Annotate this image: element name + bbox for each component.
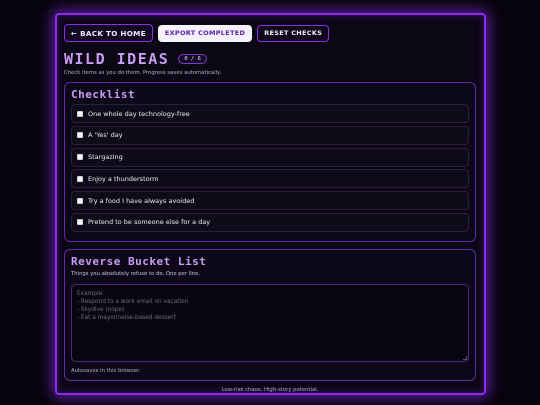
footer-text: Low-risk chaos. High-story potential.: [221, 386, 319, 393]
checklist-item-label: Stargazing: [88, 153, 123, 162]
checkbox[interactable]: [77, 197, 83, 204]
checklist-panel: Checklist One whole day technology-free …: [64, 82, 476, 242]
checklist: One whole day technology-free A 'Yes' da…: [71, 104, 469, 232]
export-completed-button[interactable]: EXPORT COMPLETED: [157, 24, 253, 42]
checklist-item-label: Pretend to be someone else for a day: [88, 218, 211, 227]
placeholder-line: - Respond to a work email on vacation: [77, 298, 189, 305]
checklist-item[interactable]: Stargazing: [71, 147, 469, 167]
checklist-item-label: A 'Yes' day: [88, 131, 123, 140]
reverse-bucket-list-heading: Reverse Bucket List: [71, 254, 207, 268]
reverse-bucket-list-hint: Things you absolutely refuse to do. One …: [71, 270, 201, 277]
placeholder-line: Example:: [77, 290, 105, 297]
placeholder-line: - Skydive (nope): [77, 306, 125, 313]
checklist-item-label: Try a food I have always avoided: [88, 196, 195, 205]
checkbox[interactable]: [77, 110, 83, 117]
reset-checks-button[interactable]: RESET CHECKS: [257, 24, 330, 42]
page-title: WILD IDEAS: [64, 50, 170, 68]
checkbox[interactable]: [77, 175, 83, 182]
app-frame: ← BACK TO HOME EXPORT COMPLETED RESET CH…: [55, 13, 486, 395]
title-row: WILD IDEAS 0 / 6: [64, 50, 476, 68]
reverse-bucket-list-panel: Reverse Bucket List Things you absolutel…: [64, 248, 476, 381]
reverse-bucket-list-textarea[interactable]: Example: - Respond to a work email on va…: [71, 283, 469, 362]
back-to-home-button[interactable]: ← BACK TO HOME: [64, 24, 153, 42]
autosave-note: Autosaves in this browser.: [71, 367, 141, 374]
checklist-item[interactable]: Pretend to be someone else for a day: [71, 212, 469, 232]
checklist-item[interactable]: Try a food I have always avoided: [71, 191, 469, 211]
checklist-item[interactable]: Enjoy a thunderstorm: [71, 169, 469, 189]
progress-badge: 0 / 6: [178, 54, 207, 64]
checkbox[interactable]: [77, 154, 83, 161]
page-subtitle: Check items as you do them. Progress sav…: [64, 70, 222, 76]
checklist-item-label: One whole day technology-free: [88, 109, 190, 118]
checklist-item[interactable]: One whole day technology-free: [71, 104, 469, 123]
placeholder-line: - Eat a mayonnaise-based dessert: [77, 314, 176, 321]
checklist-item-label: Enjoy a thunderstorm: [88, 174, 159, 183]
resize-handle-icon[interactable]: [463, 355, 467, 360]
checkbox[interactable]: [77, 219, 83, 226]
checklist-item[interactable]: A 'Yes' day: [71, 125, 469, 145]
checkbox[interactable]: [77, 132, 83, 139]
toolbar: ← BACK TO HOME EXPORT COMPLETED RESET CH…: [64, 24, 476, 42]
checklist-heading: Checklist: [71, 88, 136, 101]
